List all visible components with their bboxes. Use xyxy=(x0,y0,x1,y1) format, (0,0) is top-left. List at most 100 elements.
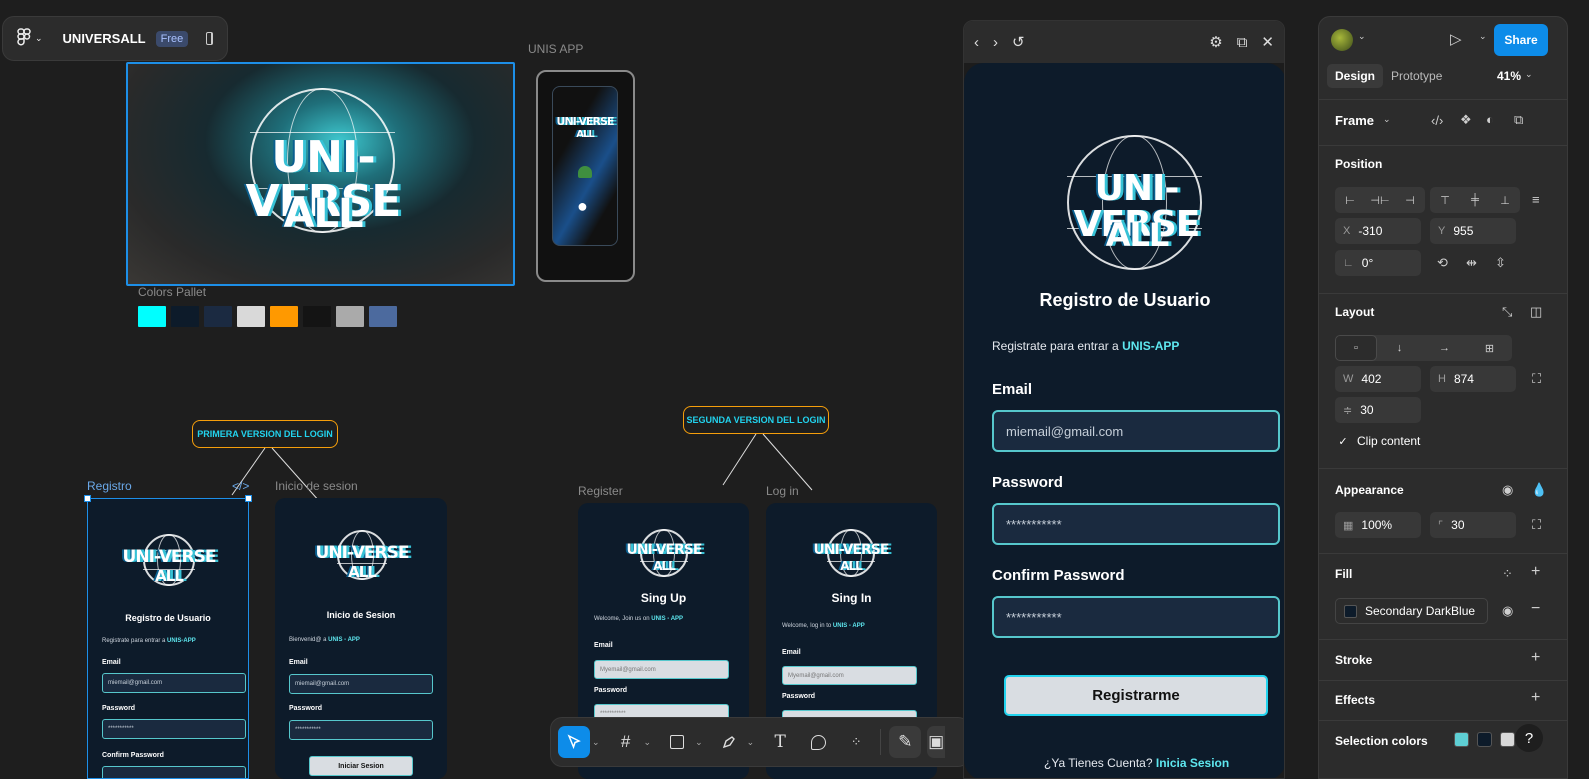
restart-icon[interactable]: ↺ xyxy=(1012,33,1025,51)
rotation-field[interactable]: ∟ 0° xyxy=(1335,250,1421,276)
y-field[interactable]: Y 955 xyxy=(1430,218,1516,244)
layout-grid-icon[interactable]: ◫ xyxy=(1530,304,1542,320)
registro-password-input[interactable]: *********** xyxy=(102,719,246,739)
chevron-down-icon[interactable]: ⌄ xyxy=(644,737,652,748)
preview-screen[interactable]: UNI-VERSE ALL Registro de Usuario Regist… xyxy=(964,63,1284,778)
inicio-password-input[interactable]: *********** xyxy=(289,720,433,740)
login-link[interactable]: Inicia Sesion xyxy=(1156,756,1229,770)
selection-color-swatch[interactable] xyxy=(1500,732,1515,747)
dev-mode-icon[interactable]: ▣ xyxy=(927,726,946,758)
close-icon[interactable]: ✕ xyxy=(1261,33,1274,51)
chevron-down-icon[interactable]: ⌄ xyxy=(592,737,600,748)
chevron-down-icon[interactable]: ⌄ xyxy=(1525,69,1533,80)
selection-handle[interactable] xyxy=(84,495,91,502)
align-middle-icon[interactable]: ╪ xyxy=(1460,187,1490,213)
selection-color-swatch[interactable] xyxy=(1454,732,1469,747)
flip-horizontal-icon[interactable]: ⇹ xyxy=(1466,255,1477,271)
open-external-icon[interactable]: ⧉ xyxy=(1237,34,1248,51)
preview-password-input[interactable]: *********** xyxy=(992,503,1280,545)
align-top-icon[interactable]: ⊤ xyxy=(1430,187,1460,213)
chevron-down-icon[interactable]: ⌄ xyxy=(1383,114,1391,125)
add-effect-icon[interactable]: + xyxy=(1531,689,1540,707)
zoom-level[interactable]: 41% xyxy=(1497,69,1521,83)
chevron-down-icon[interactable]: ⌄ xyxy=(1479,31,1487,42)
height-field[interactable]: H 874 xyxy=(1430,366,1516,392)
frame-label-registro[interactable]: Registro xyxy=(87,479,132,493)
rotate-icon[interactable]: ⟲ xyxy=(1437,255,1448,271)
components-tool-icon[interactable]: ⁘ xyxy=(840,726,872,758)
flip-vertical-icon[interactable]: ⇳ xyxy=(1495,255,1506,271)
code-icon[interactable]: </> xyxy=(232,479,249,493)
align-right-icon[interactable]: ⊣ xyxy=(1395,187,1425,213)
login-email-input[interactable]: Myemail@gmail.com xyxy=(782,666,917,685)
remove-fill-icon[interactable]: − xyxy=(1531,600,1540,618)
back-icon[interactable]: ‹ xyxy=(974,34,979,51)
rectangle-tool-icon[interactable] xyxy=(661,726,693,758)
styles-grid-icon[interactable]: ⁘ xyxy=(1502,566,1513,582)
frame-label-register[interactable]: Register xyxy=(578,484,623,498)
x-field[interactable]: X -310 xyxy=(1335,218,1421,244)
clip-content-checkbox[interactable]: ✓ Clip content xyxy=(1337,434,1420,448)
frame-label-login[interactable]: Log in xyxy=(766,484,799,498)
pen-tool-icon[interactable] xyxy=(713,726,745,758)
add-fill-icon[interactable]: + xyxy=(1531,563,1540,581)
horizontal-align-group[interactable]: ⊢ ⊣⊢ ⊣ xyxy=(1335,187,1425,213)
registro-screen[interactable]: UNI-VERSE ALL Registro de Usuario Regist… xyxy=(87,498,249,779)
chevron-down-icon[interactable]: ⌄ xyxy=(695,737,703,748)
registro-email-input[interactable]: miemail@gmail.com xyxy=(102,673,246,693)
tab-design[interactable]: Design xyxy=(1327,64,1384,88)
share-button[interactable]: Share xyxy=(1494,24,1548,56)
frame-type-dropdown[interactable]: Frame xyxy=(1335,113,1374,128)
help-button[interactable]: ? xyxy=(1515,724,1543,752)
layout-mode-group[interactable]: ▫ ↓ → ⊞ xyxy=(1335,335,1512,361)
registro-confirm-input[interactable] xyxy=(102,766,246,778)
eye-icon[interactable]: ◉ xyxy=(1502,603,1513,619)
preview-email-input[interactable]: miemail@gmail.com xyxy=(992,410,1280,452)
move-tool-icon[interactable] xyxy=(558,726,590,758)
chevron-down-icon[interactable]: ⌄ xyxy=(747,737,755,748)
blend-drop-icon[interactable]: 💧 xyxy=(1531,482,1547,498)
layout-horizontal-icon[interactable]: → xyxy=(1422,335,1467,361)
opacity-field[interactable]: ▦ 100% xyxy=(1335,512,1421,538)
layout-vertical-icon[interactable]: ↓ xyxy=(1377,335,1422,361)
collapse-icon[interactable]: ⤡ xyxy=(1502,304,1512,320)
present-icon[interactable]: ▷ xyxy=(1450,30,1462,48)
layout-grid-mode-icon[interactable]: ⊞ xyxy=(1467,335,1512,361)
frame-label-inicio[interactable]: Inicio de sesion xyxy=(275,479,358,493)
forward-icon[interactable]: › xyxy=(993,34,998,51)
draw-mode-icon[interactable]: ✎ xyxy=(889,726,922,758)
text-tool-icon[interactable]: T xyxy=(764,726,796,758)
inicio-email-input[interactable]: miemail@gmail.com xyxy=(289,674,433,694)
frame-tool-icon[interactable]: # xyxy=(610,726,642,758)
corner-radius-field[interactable]: ⌜ 30 xyxy=(1430,512,1516,538)
resize-icon[interactable]: ⛶ xyxy=(1532,371,1541,387)
gap-field[interactable]: ≑ 30 xyxy=(1335,397,1421,423)
tab-prototype[interactable]: Prototype xyxy=(1391,69,1442,83)
preview-confirm-input[interactable]: *********** xyxy=(992,596,1280,638)
settings-sliders-icon[interactable]: ⚙ xyxy=(1209,33,1222,51)
selection-color-swatch[interactable] xyxy=(1477,732,1492,747)
register-button[interactable]: Registrarme xyxy=(1004,675,1268,716)
mask-icon[interactable]: ◐ xyxy=(1486,112,1494,127)
width-field[interactable]: W 402 xyxy=(1335,366,1421,392)
distribute-icon[interactable]: ≡ xyxy=(1532,192,1540,207)
corner-expand-icon[interactable]: ⛶ xyxy=(1532,517,1541,533)
code-icon[interactable]: ‹/› xyxy=(1431,113,1443,128)
vertical-align-group[interactable]: ⊤ ╪ ⊥ xyxy=(1430,187,1520,213)
fill-style-field[interactable]: Secondary DarkBlue xyxy=(1335,598,1488,624)
align-center-h-icon[interactable]: ⊣⊢ xyxy=(1365,187,1395,213)
layout-freeform-icon[interactable]: ▫ xyxy=(1335,335,1377,361)
eye-icon[interactable]: ◉ xyxy=(1502,482,1513,498)
user-avatar[interactable] xyxy=(1331,29,1353,51)
register-email-input[interactable]: Myemail@gmail.com xyxy=(594,660,729,679)
selection-handle[interactable] xyxy=(245,495,252,502)
add-stroke-icon[interactable]: + xyxy=(1531,649,1540,667)
boolean-icon[interactable]: ⧉ xyxy=(1514,112,1523,128)
inicio-submit-button[interactable]: Iniciar Sesion xyxy=(309,756,413,776)
inicio-screen[interactable]: UNI-VERSE ALL Inicio de Sesion Bienvenid… xyxy=(275,498,447,779)
align-left-icon[interactable]: ⊢ xyxy=(1335,187,1365,213)
comment-tool-icon[interactable] xyxy=(802,726,834,758)
align-bottom-icon[interactable]: ⊥ xyxy=(1490,187,1520,213)
chevron-down-icon[interactable]: ⌄ xyxy=(1358,31,1366,42)
component-icon[interactable]: ❖ xyxy=(1460,112,1472,128)
